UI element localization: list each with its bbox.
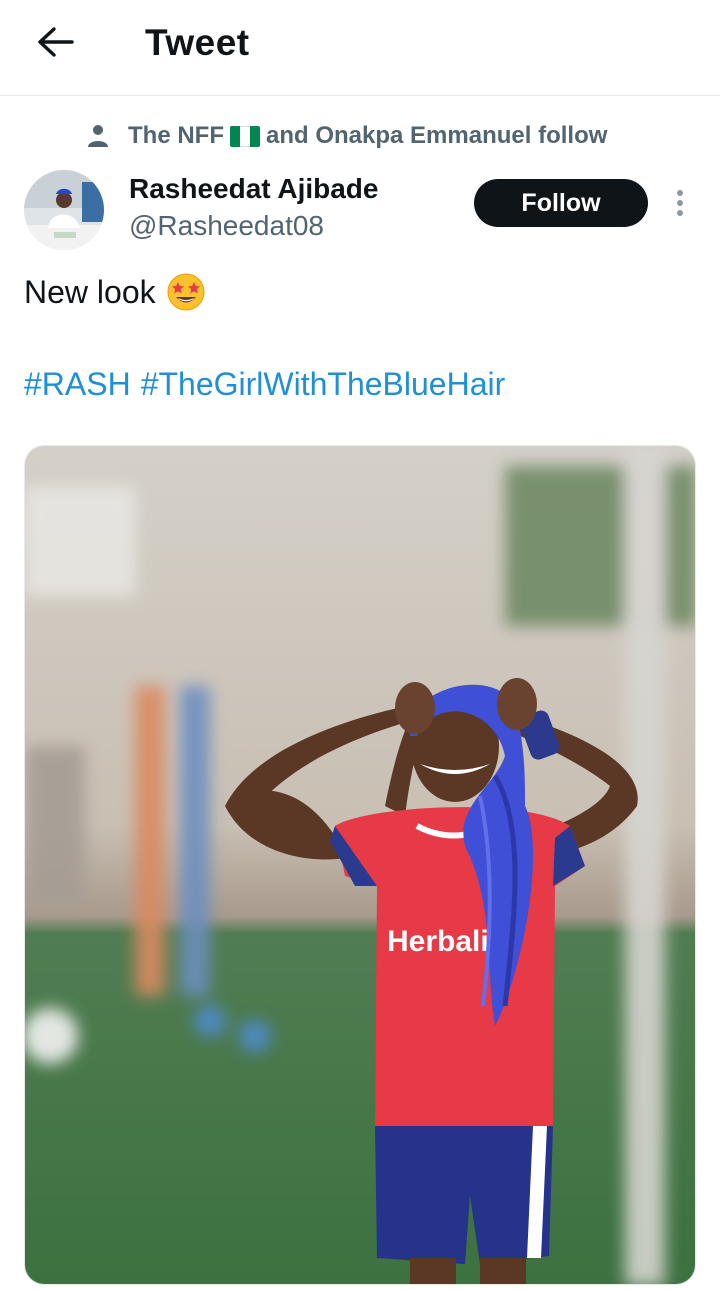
arrow-left-icon [38,27,74,57]
back-button[interactable] [30,20,82,64]
star-struck-emoji-icon [167,273,205,311]
tweet-text: New look [24,273,156,310]
tweet-photo[interactable]: Herbalife [24,445,696,1285]
tweet-body: New look [24,272,206,312]
avatar[interactable] [24,170,104,250]
hashtag-link[interactable]: #TheGirlWithTheBlueHair [141,366,506,403]
social-context: The NFF and Onakpa Emmanuel follow [84,118,607,154]
author-handle[interactable]: @Rasheedat08 [129,210,324,242]
hashtag-link[interactable]: #RASH [24,366,131,403]
page-title: Tweet [145,22,250,63]
follow-button[interactable]: Follow [474,179,648,227]
social-context-prefix: The NFF [128,122,224,149]
person-icon [84,122,112,150]
social-context-suffix: and Onakpa Emmanuel follow [266,122,608,149]
hashtags: #RASH #TheGirlWithTheBlueHair [24,366,505,403]
photo-image: Herbalife [25,446,695,1284]
more-vertical-icon[interactable] [666,186,694,220]
top-bar: Tweet [0,0,720,96]
author-name[interactable]: Rasheedat Ajibade [129,173,378,205]
nigeria-flag-icon [230,125,260,147]
